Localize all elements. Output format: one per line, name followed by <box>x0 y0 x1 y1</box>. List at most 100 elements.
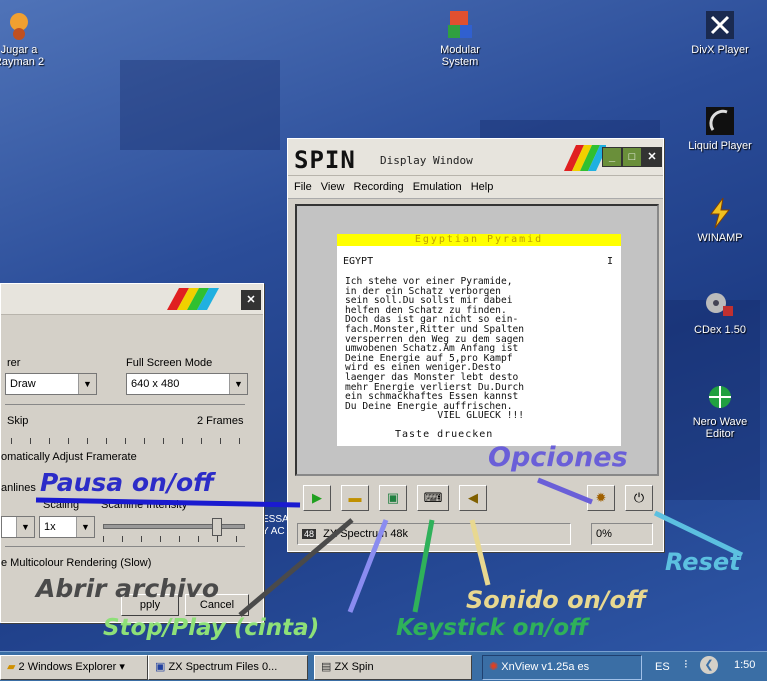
spectrum-display: Egyptian Pyramid EGYPT I Ich stehe vor e… <box>337 234 621 446</box>
frame-skip-value: 2 Frames <box>197 415 244 427</box>
desktop-icon-label: Jugar a Rayman 2 <box>0 44 45 68</box>
rayman-icon <box>10 13 28 40</box>
scaling-value: 1x <box>44 521 56 533</box>
taskbar-item-zxspin[interactable]: ▤ ZX Spin <box>314 655 472 680</box>
scanline-intensity-label: Scanline Intensity <box>101 499 188 511</box>
play-button[interactable]: ▶ <box>303 485 331 511</box>
chevron-down-icon: ▼ <box>76 517 94 537</box>
xnview-icon: ✺ <box>489 661 502 673</box>
word-icon: ▣ <box>155 661 169 673</box>
desktop-icon-label: Modular System <box>440 44 480 68</box>
taskbar: ▰ 2 Windows Explorer ▾ ▣ ZX Spectrum Fil… <box>0 651 767 681</box>
desktop-icon-rayman[interactable]: Jugar a Rayman 2 <box>0 8 64 68</box>
taskbar-item-word[interactable]: ▣ ZX Spectrum Files 0... <box>148 655 308 680</box>
zxspin-icon: ▤ <box>321 661 335 673</box>
desktop-icon-label: DivX Player <box>691 44 749 56</box>
menu-file[interactable]: File <box>294 181 312 193</box>
liquid-player-icon <box>706 107 734 135</box>
progress-status: 0% <box>591 523 653 545</box>
auto-framerate-checkbox[interactable]: omatically Adjust Framerate <box>1 451 137 463</box>
desktop-icon-modular-system[interactable]: Modular System <box>415 8 505 68</box>
frame-skip-label: Skip <box>7 415 29 427</box>
options-window: ✕ rer Full Screen Mode Draw ▼ 640 x 480 … <box>0 283 264 623</box>
menu-recording[interactable]: Recording <box>354 181 404 193</box>
desktop-icon-label: CDex 1.50 <box>694 324 746 336</box>
scanlines-label: anlines <box>1 482 36 494</box>
chevron-down-icon: ▼ <box>16 517 34 537</box>
menu-emulation[interactable]: Emulation <box>413 181 462 193</box>
game-text: Ich stehe vor einer Pyramide, in der ein… <box>345 276 525 422</box>
emulator-toolbar: ▶ ▬ ▣ ⌨ ◀ ✹ ⏻ <box>295 482 655 514</box>
scaling-select[interactable]: 1x ▼ <box>39 516 95 538</box>
behind-text-line: ESSA <box>262 514 289 525</box>
annotation-reset: Reset <box>665 548 741 576</box>
folder-icon: ▬ <box>348 490 362 505</box>
emulator-screen[interactable]: Egyptian Pyramid EGYPT I Ich stehe vor e… <box>295 204 659 476</box>
gear-icon: ✹ <box>595 490 607 505</box>
chevron-down-icon: ▼ <box>229 374 247 394</box>
progress-percent: 0% <box>596 528 612 540</box>
heading-right: I <box>606 256 613 267</box>
desktop-icon-nero-wave[interactable]: Nero Wave Editor <box>675 380 765 440</box>
spin-display-window: SPIN Display Window _ □ ✕ File View Reco… <box>287 138 664 552</box>
taskbar-item-xnview[interactable]: ✺ XnView v1.25a es <box>482 655 642 680</box>
desktop-icon-cdex[interactable]: CDex 1.50 <box>675 288 765 336</box>
taskbar-item-label: XnView v1.25a es <box>501 661 590 673</box>
options-button[interactable]: ✹ <box>587 485 615 511</box>
annotation-sonido: Sonido on/off <box>466 586 646 614</box>
tape-icon: ▣ <box>386 490 400 505</box>
scanline-intensity-slider[interactable] <box>103 518 245 536</box>
nero-wave-icon <box>709 386 731 408</box>
divider <box>5 404 245 405</box>
taskbar-item-label: ZX Spectrum Files 0... <box>168 661 278 673</box>
game-banner: Egyptian Pyramid <box>337 234 621 246</box>
desktop-icon-liquid-player[interactable]: Liquid Player <box>675 104 765 152</box>
multicolour-checkbox[interactable]: e Multicolour Rendering (Slow) <box>1 557 151 569</box>
annotation-stop-play: Stop/Play (cinta) <box>103 615 320 641</box>
folder-icon: ▰ <box>7 661 19 673</box>
machine-label: ZX Spectrum 48k <box>323 528 409 540</box>
menu-bar: File View Recording Emulation Help <box>288 176 663 199</box>
menu-view[interactable]: View <box>321 181 345 193</box>
slider-ticks <box>103 536 243 542</box>
menu-help[interactable]: Help <box>471 181 494 193</box>
game-prompt: Taste druecken <box>395 428 494 440</box>
desktop-icon-divx[interactable]: DivX Player <box>675 8 765 56</box>
annotation-opciones: Opciones <box>488 442 628 473</box>
close-button[interactable]: ✕ <box>642 147 662 167</box>
open-file-button[interactable]: ▬ <box>341 485 369 511</box>
language-indicator[interactable]: ES <box>650 655 686 680</box>
renderer-value: Draw <box>10 378 36 390</box>
play-icon: ▶ <box>312 490 322 505</box>
options-title-bar[interactable]: ✕ <box>1 284 263 315</box>
window-title: Display Window <box>380 154 473 167</box>
desktop-icon-winamp[interactable]: WINAMP <box>675 196 765 244</box>
winamp-icon <box>710 197 731 229</box>
keyboard-icon: ⌨ <box>423 490 443 505</box>
fullscreen-select[interactable]: 640 x 480 ▼ <box>126 373 248 395</box>
taskbar-item-explorer[interactable]: ▰ 2 Windows Explorer ▾ <box>0 655 148 680</box>
frame-skip-slider[interactable] <box>11 438 247 444</box>
spin-logo: SPIN <box>294 146 356 174</box>
input-method-icon[interactable]: ⁝ <box>684 657 688 671</box>
annotation-pausa: Pausa on/off <box>40 468 214 497</box>
fullscreen-value: 640 x 480 <box>131 378 180 390</box>
game-heading: EGYPT I <box>343 256 621 267</box>
tape-play-button[interactable]: ▣ <box>379 485 407 511</box>
options-close-button[interactable]: ✕ <box>241 290 261 310</box>
title-bar[interactable]: SPIN Display Window _ □ ✕ <box>288 139 663 176</box>
sound-button[interactable]: ◀ <box>459 485 487 511</box>
slider-thumb[interactable] <box>212 518 222 536</box>
annotation-keystick: Keystick on/off <box>396 615 589 641</box>
cdex-icon <box>706 293 733 316</box>
power-icon: ⏻ <box>633 490 645 505</box>
scanlines-select[interactable]: ▼ <box>1 516 35 538</box>
chevron-left-icon[interactable]: ❮ <box>700 656 718 674</box>
reset-button[interactable]: ⏻ <box>625 485 653 511</box>
maximize-button[interactable]: □ <box>622 147 642 167</box>
spectrum-stripes-icon <box>167 288 219 310</box>
minimize-button[interactable]: _ <box>602 147 622 167</box>
keystick-button[interactable]: ⌨ <box>417 485 449 511</box>
renderer-select[interactable]: Draw ▼ <box>5 373 97 395</box>
background-block <box>120 60 280 150</box>
